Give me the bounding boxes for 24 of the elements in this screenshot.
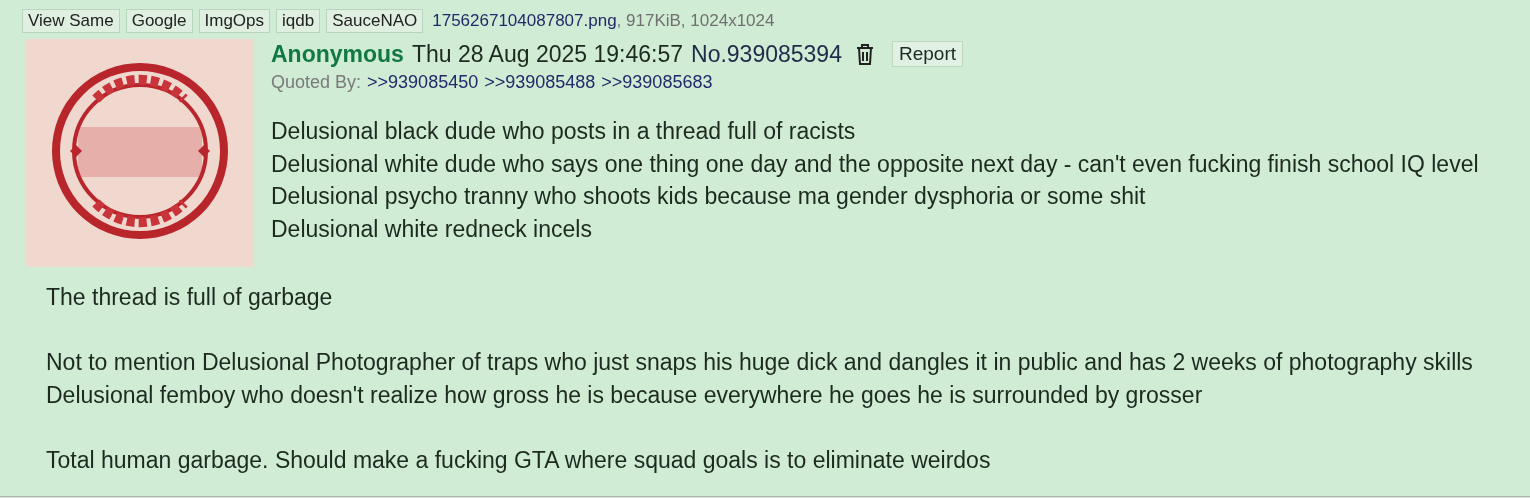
post-text-line: Total human garbage. Should make a fucking GTA where squad goals is to eliminate weirdos — [46, 446, 992, 476]
file-search-button[interactable]: ImgOps — [198, 9, 271, 33]
post-text-line: Delusional femboy who doesn't realize how gross he is because everywhere he goes he is surrounded by grosser — [46, 381, 1204, 411]
file-info: , 917KiB, 1024x1024 — [616, 10, 775, 32]
file-search-button[interactable]: SauceNAO — [326, 9, 424, 33]
file-name-link[interactable]: 1756267104087807.png — [432, 10, 617, 32]
post-date: Thu 28 Aug 2025 19:46:57 — [411, 40, 684, 69]
post-text-line: Delusional black dude who posts in a thread full of racists — [271, 117, 857, 146]
post-text-line: Delusional psycho tranny who shoots kids because ma gender dysphoria or some shit — [271, 182, 1147, 212]
reply-link[interactable]: >>939085488 — [484, 70, 596, 94]
post-text-line: Delusional white redneck incels — [271, 215, 593, 245]
post-text-line: Delusional white dude who says one thing one day and the opposite next day - can't even fucking finish school IQ level — [271, 149, 1480, 179]
trash-icon[interactable] — [855, 43, 874, 65]
post-text-line: The thread is full of garbage — [46, 283, 334, 312]
file-search-button[interactable]: iqdb — [276, 9, 321, 33]
quoted-by-label: Quoted By: — [271, 71, 362, 94]
post-text-line: Not to mention Delusional Photographer of traps who just snaps his huge dick and dangles it in public and has 2 weeks of photography skills — [46, 348, 1474, 378]
poster-name: Anonymous — [271, 40, 404, 69]
report-button[interactable]: Report — [891, 41, 963, 67]
file-search-button[interactable]: View Same — [22, 9, 120, 33]
post-number[interactable]: No.939085394 — [691, 39, 842, 69]
reply-link[interactable]: >>939085683 — [601, 70, 713, 94]
file-search-button[interactable]: Google — [125, 9, 193, 33]
reply-link[interactable]: >>939085450 — [367, 70, 479, 94]
